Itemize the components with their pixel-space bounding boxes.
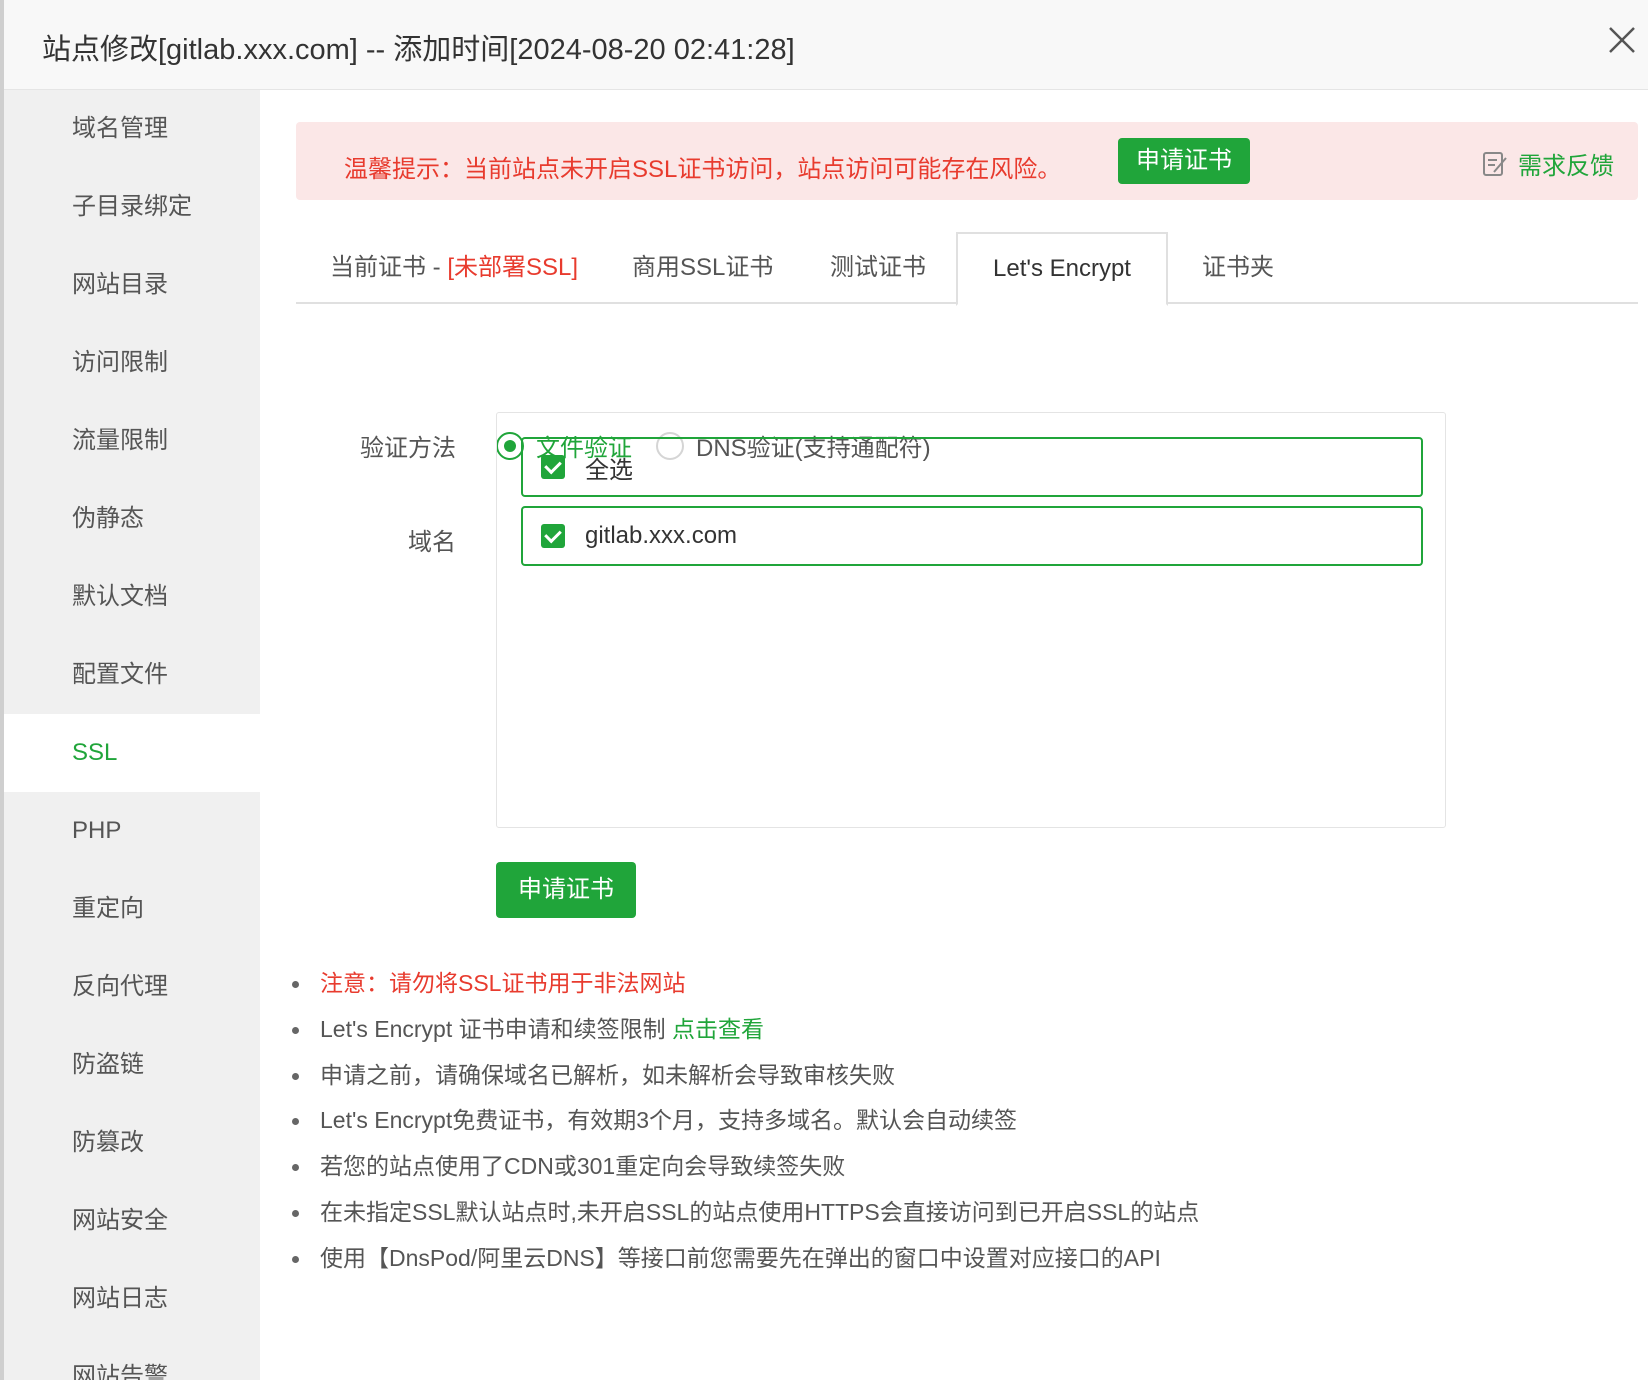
- sidebar-item-redirect[interactable]: 重定向: [4, 870, 260, 948]
- domain-checkbox-item[interactable]: gitlab.xxx.com: [521, 506, 1423, 566]
- sidebar-item-tamper-proof[interactable]: 防篡改: [4, 1104, 260, 1182]
- sidebar-item-site-security[interactable]: 网站安全: [4, 1182, 260, 1260]
- sidebar-item-ssl[interactable]: SSL: [4, 714, 260, 792]
- ssl-warning-alert: 温馨提示：当前站点未开启SSL证书访问，站点访问可能存在风险。 申请证书 需求反…: [296, 122, 1638, 200]
- ssl-panel: 温馨提示：当前站点未开启SSL证书访问，站点访问可能存在风险。 申请证书 需求反…: [260, 90, 1648, 1380]
- sidebar-item-site-alert[interactable]: 网站告警: [4, 1338, 260, 1380]
- close-button[interactable]: [1604, 22, 1648, 66]
- checkbox-checked-icon: [541, 455, 565, 479]
- domain-list: 全选 gitlab.xxx.com: [496, 412, 1446, 828]
- dialog-titlebar: 站点修改[gitlab.xxx.com] -- 添加时间[2024-08-20 …: [4, 0, 1648, 90]
- sidebar: 域名管理 子目录绑定 网站目录 访问限制 流量限制 伪静态 默认文档 配置文件 …: [4, 90, 260, 1380]
- ssl-tabs: 当前证书 - [未部署SSL] 商用SSL证书 测试证书 Let's Encry…: [296, 232, 1638, 306]
- select-all-checkbox[interactable]: 全选: [521, 437, 1423, 497]
- sidebar-item-access-limit[interactable]: 访问限制: [4, 324, 260, 402]
- sidebar-item-default-doc[interactable]: 默认文档: [4, 558, 260, 636]
- tab-cert-folder[interactable]: 证书夹: [1202, 232, 1274, 304]
- tab-commercial-ssl[interactable]: 商用SSL证书: [632, 232, 773, 304]
- checkbox-checked-icon: [541, 524, 565, 548]
- apply-cert-button[interactable]: 申请证书: [496, 862, 636, 918]
- feedback-label: 需求反馈: [1518, 153, 1614, 180]
- note-text: Let's Encrypt 证书申请和续签限制: [320, 1015, 673, 1042]
- note-item: 使用【DnsPod/阿里云DNS】等接口前您需要先在弹出的窗口中设置对应接口的A…: [292, 1235, 1199, 1281]
- sidebar-item-domain[interactable]: 域名管理: [4, 90, 260, 168]
- note-item: 在未指定SSL默认站点时,未开启SSL的站点使用HTTPS会直接访问到已开启SS…: [292, 1189, 1199, 1235]
- note-item: Let's Encrypt免费证书，有效期3个月，支持多域名。默认会自动续签: [292, 1097, 1199, 1143]
- site-edit-dialog: 站点修改[gitlab.xxx.com] -- 添加时间[2024-08-20 …: [0, 0, 1648, 1380]
- note-item: Let's Encrypt 证书申请和续签限制 点击查看: [292, 1006, 1199, 1052]
- sidebar-item-site-dir[interactable]: 网站目录: [4, 246, 260, 324]
- tab-current-cert[interactable]: 当前证书 - [未部署SSL]: [330, 232, 578, 304]
- sidebar-item-php[interactable]: PHP: [4, 792, 260, 870]
- sidebar-item-hotlink[interactable]: 防盗链: [4, 1026, 260, 1104]
- sidebar-item-reverse-proxy[interactable]: 反向代理: [4, 948, 260, 1026]
- sidebar-item-config-file[interactable]: 配置文件: [4, 636, 260, 714]
- select-all-label: 全选: [585, 456, 633, 484]
- tab-test-cert[interactable]: 测试证书: [830, 232, 926, 304]
- close-icon: [1609, 27, 1635, 53]
- note-item: 申请之前，请确保域名已解析，如未解析会导致审核失败: [292, 1052, 1199, 1098]
- alert-apply-cert-button[interactable]: 申请证书: [1118, 138, 1250, 184]
- edit-note-icon: [1483, 151, 1507, 176]
- help-notes: 注意：请勿将SSL证书用于非法网站 Let's Encrypt 证书申请和续签限…: [292, 960, 1199, 1281]
- domain-label: 域名: [408, 529, 456, 556]
- verify-method-label: 验证方法: [360, 435, 456, 462]
- feedback-link[interactable]: 需求反馈: [1482, 146, 1614, 181]
- tab-current-cert-label: 当前证书 -: [330, 254, 448, 281]
- sidebar-item-rewrite[interactable]: 伪静态: [4, 480, 260, 558]
- sidebar-item-traffic-limit[interactable]: 流量限制: [4, 402, 260, 480]
- domain-name: gitlab.xxx.com: [585, 522, 738, 549]
- sidebar-item-site-log[interactable]: 网站日志: [4, 1260, 260, 1338]
- view-limits-link[interactable]: 点击查看: [672, 1016, 764, 1042]
- note-item: 注意：请勿将SSL证书用于非法网站: [292, 960, 1199, 1006]
- tab-current-cert-status: [未部署SSL]: [447, 254, 579, 281]
- dialog-title: 站点修改[gitlab.xxx.com] -- 添加时间[2024-08-20 …: [42, 34, 795, 66]
- sidebar-item-subdir[interactable]: 子目录绑定: [4, 168, 260, 246]
- alert-text: 温馨提示：当前站点未开启SSL证书访问，站点访问可能存在风险。: [344, 156, 1062, 183]
- note-item: 若您的站点使用了CDN或301重定向会导致续签失败: [292, 1143, 1199, 1189]
- tab-letsencrypt[interactable]: Let's Encrypt: [956, 232, 1168, 306]
